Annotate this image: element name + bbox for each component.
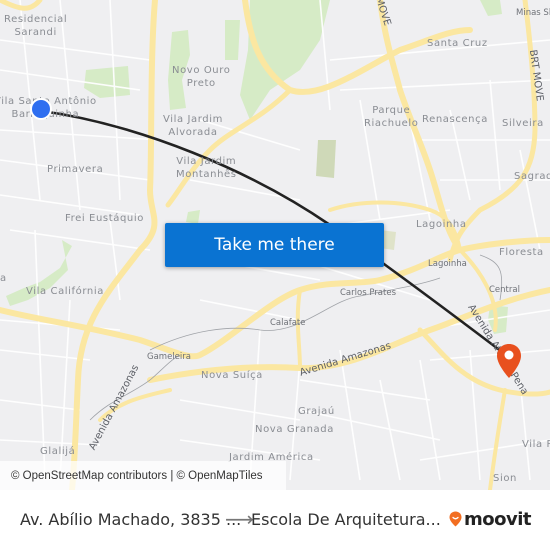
moovit-logo[interactable]: moovit [449,508,532,530]
place-label: Central [489,285,520,295]
place-label: Nova Suíça [201,370,263,381]
origin-marker-icon[interactable] [32,100,50,118]
place-label: Carlos Prates [340,288,397,298]
route-footer: Av. Abílio Machado, 3835 ... ⟶ Escola De… [0,490,550,550]
moovit-pin-icon [449,511,462,527]
place-label: Minas Sh [516,8,550,18]
place-label: Vila Jardim Alvorada [163,114,223,138]
place-label: Residencial Sarandi [4,14,68,38]
place-label: Santa Cruz [427,38,488,49]
place-label: Grajaú [298,406,335,417]
place-label: Calafate [270,318,306,328]
place-label: Renascença [422,114,488,125]
destination-pin-icon[interactable] [496,343,522,379]
origin-stop-name: Av. Abílio Machado, 3835 ... [20,510,242,529]
place-label: Nova Granada [255,424,334,435]
place-label: Primavera [47,164,104,175]
place-label: Frei Eustáquio [65,213,144,224]
place-label: Floresta [499,247,544,258]
place-label: a [0,273,7,284]
destination-name: Escola De Arquitetura... [251,510,441,529]
place-label: Sion [493,473,517,484]
map[interactable]: Residencial Sarandi Vila Santo Antônio B… [0,0,550,490]
place-label: Novo Ouro Preto [172,65,231,89]
place-label: Lagoinha [428,259,467,269]
place-label: Sagrad [514,171,550,182]
place-label: Gameleira [147,352,191,362]
place-label: Vila Califórnia [26,286,104,297]
place-label: Silveira [502,118,544,129]
place-label: Vila Jardim Montanhês [176,156,237,180]
arrow-right-icon: ⟶ [225,507,254,531]
map-attribution: © OpenStreetMap contributors | © OpenMap… [0,461,286,490]
place-label: Glalijá [40,446,76,457]
moovit-wordmark: moovit [464,508,532,530]
place-label: Vila P [522,439,550,450]
place-label: Lagoinha [416,219,467,230]
take-me-there-button[interactable]: Take me there [165,223,384,267]
place-label: Parque Riachuelo [364,105,419,129]
